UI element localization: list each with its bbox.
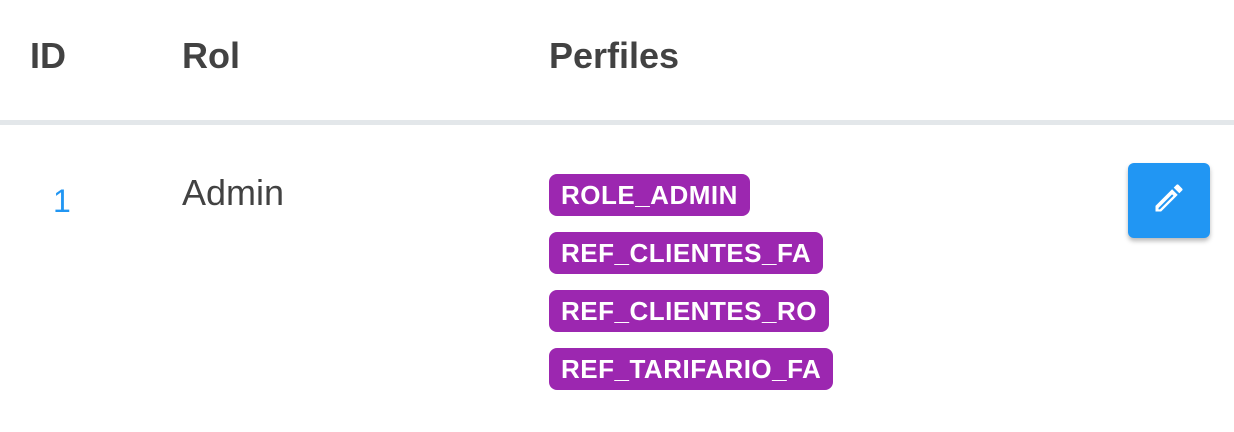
column-header-perfiles[interactable]: Perfiles (549, 34, 679, 78)
perfil-chip: ROLE_ADMIN (549, 174, 750, 216)
roles-table: ID Rol Perfiles 1 Admin ROLE_ADMIN REF_C… (0, 0, 1234, 432)
pencil-icon (1151, 180, 1187, 221)
perfil-chip: REF_CLIENTES_RO (549, 290, 829, 332)
row-rol: Admin (182, 172, 285, 213)
table-header: ID Rol Perfiles (0, 0, 1234, 120)
row-id-link[interactable]: 1 (53, 181, 71, 221)
edit-button[interactable] (1128, 163, 1210, 238)
perfil-chip: REF_CLIENTES_FA (549, 232, 824, 274)
column-header-rol[interactable]: Rol (182, 34, 240, 78)
perfiles-chip-list: ROLE_ADMIN REF_CLIENTES_FA REF_CLIENTES_… (549, 174, 834, 406)
column-header-id[interactable]: ID (30, 34, 66, 78)
perfil-chip: REF_TARIFARIO_FA (549, 348, 834, 390)
table-row: 1 Admin ROLE_ADMIN REF_CLIENTES_FA REF_C… (0, 125, 1234, 432)
